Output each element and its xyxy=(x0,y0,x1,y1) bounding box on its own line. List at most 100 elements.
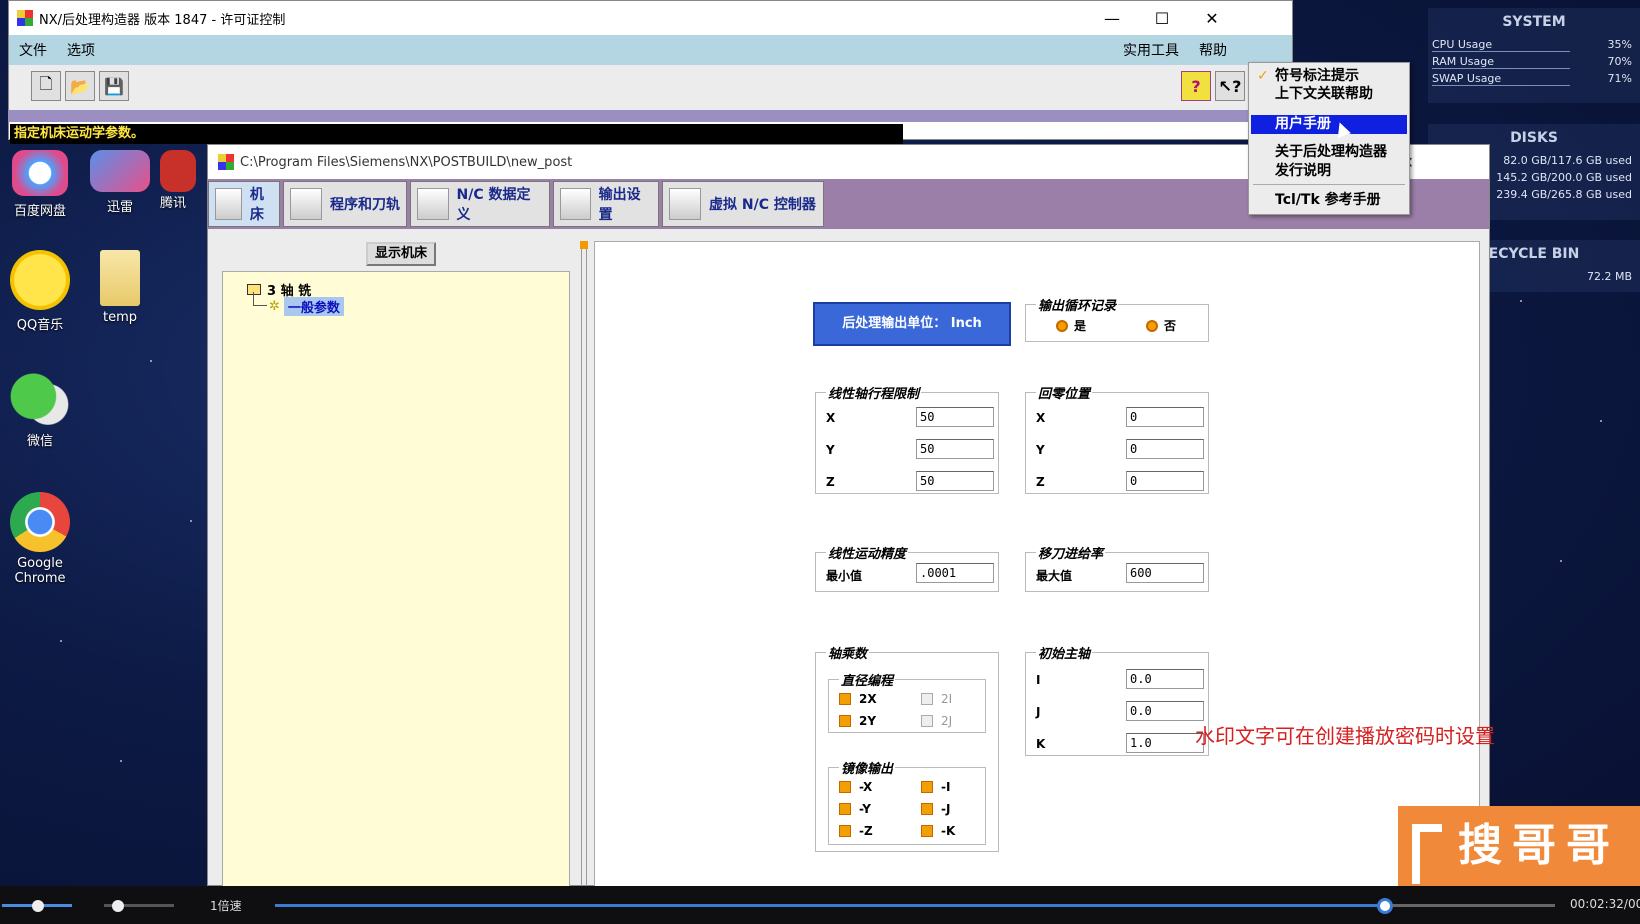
chk-2x[interactable]: 2X xyxy=(839,692,877,706)
tab-output[interactable]: 输出设置 xyxy=(553,181,659,227)
menu-item-release-notes[interactable]: 发行说明 xyxy=(1251,162,1407,181)
chk-neg-i[interactable]: -I xyxy=(921,780,950,794)
context-help-button[interactable]: ↖? xyxy=(1215,71,1245,101)
panel-splitter[interactable] xyxy=(581,241,587,887)
cpu-value: 35% xyxy=(1607,38,1632,51)
field-label: K xyxy=(1036,737,1046,751)
brand-logo: 搜哥哥 xyxy=(1398,806,1640,886)
field-label: Y xyxy=(1036,443,1045,457)
linear-resolution-title: 线性运动精度 xyxy=(826,543,909,562)
desktop-icon-qqmusic[interactable]: QQ音乐 xyxy=(0,250,80,333)
speed-knob[interactable] xyxy=(112,900,124,912)
x-limit-field[interactable]: 50 xyxy=(916,407,994,427)
desktop-icon-label: Google Chrome xyxy=(14,556,66,586)
menu-help[interactable]: 帮助 xyxy=(1189,40,1237,60)
diameter-title: 直径编程 xyxy=(839,670,896,689)
tab-machine[interactable]: 机床 xyxy=(208,181,280,227)
chk-label: -J xyxy=(941,802,951,816)
chk-neg-z[interactable]: -Z xyxy=(839,824,873,838)
menu-item-label: 发行说明 xyxy=(1275,163,1331,179)
field-label: 最小值 xyxy=(826,569,863,583)
menu-options[interactable]: 选项 xyxy=(57,40,105,60)
desktop-icon-xunlei[interactable]: 迅雷 xyxy=(80,150,160,215)
menu-utilities[interactable]: 实用工具 xyxy=(1113,40,1189,60)
field-label: Z xyxy=(1036,475,1045,489)
y-limit-field[interactable]: 50 xyxy=(916,439,994,459)
chk-label: 2I xyxy=(941,692,953,706)
chk-neg-k[interactable]: -K xyxy=(921,824,955,838)
radio-indicator xyxy=(1146,319,1158,332)
desktop-icon-tencent[interactable]: 腾讯 xyxy=(160,150,202,211)
spindle-i-field[interactable]: 0.0 xyxy=(1126,669,1204,689)
menu-item-user-manual[interactable]: 用户手册 xyxy=(1251,115,1407,134)
y-home-field[interactable]: 0 xyxy=(1126,439,1204,459)
tab-label: 程序和刀轨 xyxy=(330,197,400,213)
chk-neg-x[interactable]: -X xyxy=(839,780,872,794)
disk-value: 82.0 GB/117.6 GB used xyxy=(1503,154,1632,167)
splitter-handle[interactable] xyxy=(580,241,588,249)
field-label: X xyxy=(826,411,836,425)
resolution-min-field[interactable]: .0001 xyxy=(916,563,994,583)
z-home-field[interactable]: 0 xyxy=(1126,471,1204,491)
desktop-icon-chrome[interactable]: Google Chrome xyxy=(0,492,80,586)
chk-neg-y[interactable]: -Y xyxy=(839,802,871,816)
chk-2y[interactable]: 2Y xyxy=(839,714,876,728)
tab-label: 机床 xyxy=(249,187,264,223)
parameters-panel: 后处理输出单位： Inch 输出循环记录 是 否 线性轴行程限制 X 50 Y … xyxy=(594,241,1480,887)
save-button[interactable]: 💾 xyxy=(99,71,129,101)
z-limit-field[interactable]: 50 xyxy=(916,471,994,491)
chk-2i[interactable]: 2I xyxy=(921,692,952,706)
tab-program[interactable]: 程序和刀轨 xyxy=(283,181,407,227)
chk-2j[interactable]: 2J xyxy=(921,714,952,728)
open-button[interactable]: 📂 xyxy=(65,71,95,101)
folder-icon xyxy=(100,250,140,306)
tree-child[interactable]: ✲ 一般参数 xyxy=(269,297,344,316)
loop-yes-radio[interactable]: 是 xyxy=(1056,317,1086,334)
desktop-icon-label: temp xyxy=(102,310,137,325)
tab-nc-data[interactable]: N/C 数据定义 xyxy=(410,181,550,227)
desktop-icon-temp[interactable]: temp xyxy=(80,250,160,325)
menu-separator xyxy=(1253,184,1405,185)
output-unit-button[interactable]: 后处理输出单位： Inch xyxy=(813,302,1011,346)
tab-label: 虚拟 N/C 控制器 xyxy=(709,197,816,213)
diameter-group: 直径编程 2X 2I 2Y 2J xyxy=(828,670,986,733)
volume-knob[interactable] xyxy=(32,900,44,912)
menu-item-context-help[interactable]: 上下文关联帮助 xyxy=(1251,85,1407,104)
loop-no-radio[interactable]: 否 xyxy=(1146,317,1176,334)
menu-item-tcl-manual[interactable]: Tcl/Tk 参考手册 xyxy=(1251,191,1407,210)
x-home-field[interactable]: 0 xyxy=(1126,407,1204,427)
radio-label: 否 xyxy=(1164,319,1177,333)
maximize-button[interactable]: ☐ xyxy=(1137,1,1187,35)
show-machine-button[interactable]: 显示机床 xyxy=(366,242,436,266)
cpu-row: CPU Usage 35% xyxy=(1428,36,1640,53)
desktop-icon-label: QQ音乐 xyxy=(16,318,64,333)
close-button[interactable]: ✕ xyxy=(1187,1,1237,35)
chk-neg-j[interactable]: -J xyxy=(921,802,950,816)
menu-item-label: 符号标注提示 xyxy=(1275,68,1359,84)
post-window: C:\Program Files\Siemens\NX\POSTBUILD\ne… xyxy=(207,144,1490,887)
chk-label: -Y xyxy=(859,802,871,816)
tab-virtual-nc[interactable]: 虚拟 N/C 控制器 xyxy=(662,181,824,227)
speed-label[interactable]: 1倍速 xyxy=(210,897,242,914)
checkbox xyxy=(921,803,933,815)
xunlei-icon xyxy=(90,150,150,192)
toolbar: 🗋 📂 💾 ? ↖? xyxy=(9,65,1292,111)
progress-fill xyxy=(275,904,1385,907)
menu-item-about[interactable]: 关于后处理构造器 xyxy=(1251,143,1407,162)
new-file-button[interactable]: 🗋 xyxy=(31,71,61,101)
minimize-button[interactable]: — xyxy=(1087,1,1137,35)
virtual-nc-tab-icon xyxy=(669,188,701,220)
progress-knob[interactable] xyxy=(1377,898,1393,914)
desktop-icon-wechat[interactable]: 微信 xyxy=(0,372,80,449)
desktop-icon-baidu[interactable]: 百度网盘 xyxy=(0,150,80,219)
spindle-j-field[interactable]: 0.0 xyxy=(1126,701,1204,721)
balloon-help-button[interactable]: ? xyxy=(1181,71,1211,101)
hint-bar: 指定机床运动学参数。 xyxy=(10,124,903,144)
desktop-icon-label: 百度网盘 xyxy=(13,204,66,219)
menu-item-balloon-tips[interactable]: ✓ 符号标注提示 xyxy=(1251,67,1407,86)
spindle-k-field[interactable]: 1.0 xyxy=(1126,733,1204,753)
menu-file[interactable]: 文件 xyxy=(9,40,57,60)
checkbox xyxy=(921,825,933,837)
traverse-max-field[interactable]: 600 xyxy=(1126,563,1204,583)
axis-multipliers-title: 轴乘数 xyxy=(826,643,870,662)
